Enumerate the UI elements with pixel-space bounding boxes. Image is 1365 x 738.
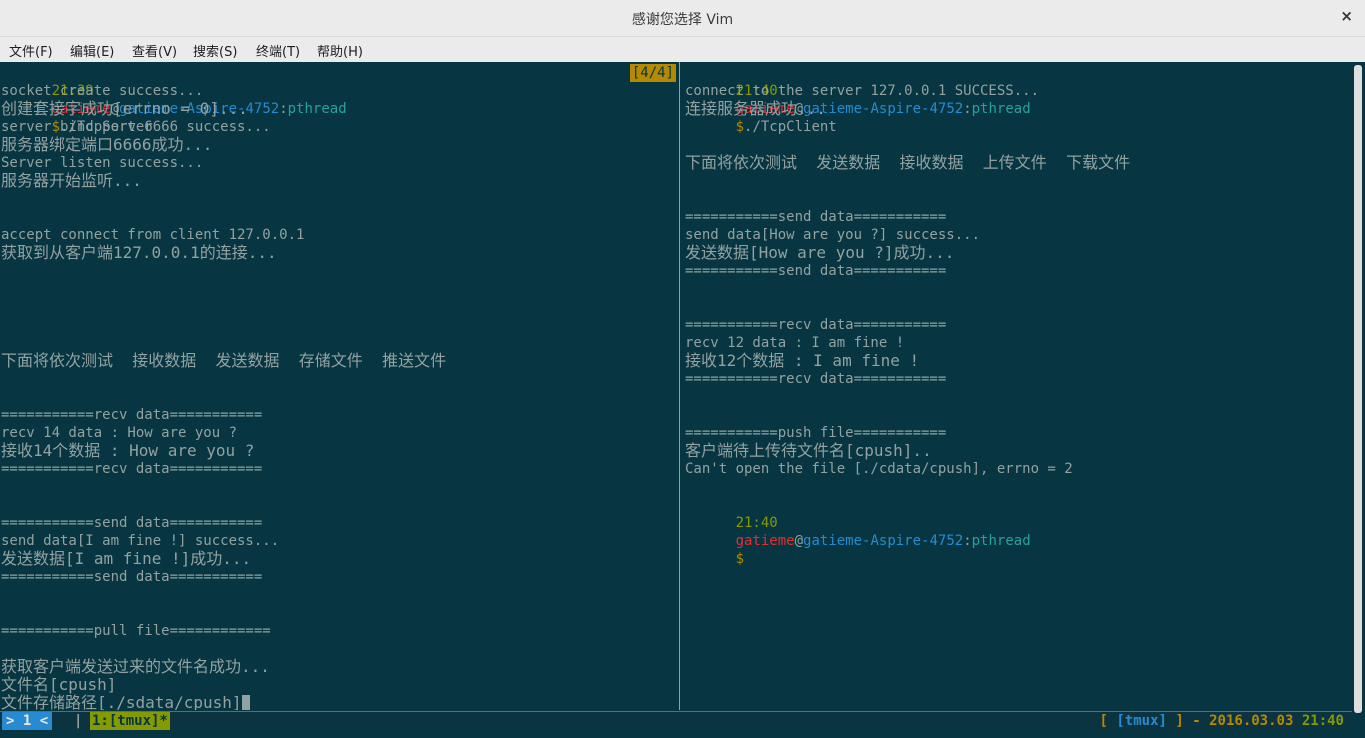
status-bracket-open: [ bbox=[1099, 713, 1117, 729]
terminal-line: 下面将依次测试 接收数据 发送数据 存储文件 推送文件 bbox=[1, 351, 447, 370]
terminal-cursor bbox=[241, 695, 250, 710]
prompt-at: @ bbox=[794, 533, 804, 549]
terminal-line: accept connect from client 127.0.0.1 bbox=[1, 227, 305, 243]
menu-search[interactable]: 搜索(S) bbox=[193, 41, 237, 60]
terminal-line: 获取客户端发送过来的文件名成功... bbox=[1, 657, 270, 676]
terminal-line: 获取到从客户端127.0.0.1的连接... bbox=[1, 243, 277, 262]
terminal-line: ===========recv data=========== bbox=[1, 407, 263, 423]
terminal-line: 客户端待上传待文件名[cpush].. bbox=[685, 441, 932, 460]
tmux-window-tab[interactable]: 1:[tmux]* bbox=[90, 712, 170, 730]
prompt-host: gatieme-Aspire-4752 bbox=[803, 533, 964, 549]
terminal-line: 接收14个数据 : How are you ? bbox=[1, 441, 255, 460]
prompt-time: 21:40 bbox=[735, 515, 778, 531]
terminal-line: ===========recv data=========== bbox=[685, 371, 947, 387]
tmux-pane-server[interactable]: 21:39 gatieme@gatieme-Aspire-4752:pthrea… bbox=[1, 64, 678, 710]
terminal-line: send data[How are you ?] success... bbox=[685, 227, 981, 243]
terminal-line: ===========send data=========== bbox=[685, 209, 947, 225]
terminal-line: connect to the server 127.0.0.1 SUCCESS.… bbox=[685, 83, 1040, 99]
terminal-line: Server listen success... bbox=[1, 155, 204, 171]
terminal-area[interactable]: 21:39 gatieme@gatieme-Aspire-4752:pthrea… bbox=[0, 62, 1352, 710]
terminal-line: 发送数据[I am fine !]成功... bbox=[1, 549, 252, 568]
prompt-host: gatieme-Aspire-4752 bbox=[803, 101, 964, 117]
status-session-name: [tmux] bbox=[1116, 713, 1167, 729]
terminal-line: recv 14 data : How are you ? bbox=[1, 425, 238, 441]
prompt-colon: : bbox=[963, 101, 972, 117]
terminal-line: server bind port 6666 success... bbox=[1, 119, 271, 135]
menu-terminal[interactable]: 终端(T) bbox=[256, 41, 300, 60]
pane-index-badge: [4/4] bbox=[629, 64, 676, 82]
status-bracket-close: ] bbox=[1166, 713, 1184, 729]
terminal-line: ===========recv data=========== bbox=[1, 461, 263, 477]
scrollbar-thumb[interactable] bbox=[1354, 65, 1362, 713]
terminal-line: socket create success... bbox=[1, 83, 204, 99]
menu-help[interactable]: 帮助(H) bbox=[317, 41, 363, 60]
prompt-dir: pthread bbox=[971, 533, 1031, 549]
prompt-dollar: $ bbox=[735, 551, 745, 567]
tmux-status-bar: > 1 < | 1:[tmux]* [ [tmux] ] - 2016.03.0… bbox=[0, 711, 1352, 730]
terminal-line: 服务器绑定端口6666成功... bbox=[1, 135, 213, 154]
tmux-session-indicator[interactable]: > 1 < bbox=[2, 712, 53, 730]
terminal-line: 创建套接字成功[errno = 0]... bbox=[1, 99, 248, 118]
window-titlebar[interactable]: 感谢您选择 Vim × bbox=[0, 0, 1365, 37]
terminal-line: 文件名[cpush] bbox=[1, 675, 117, 694]
shell-prompt-final: 21:40 gatieme@gatieme-Aspire-4752:pthrea… bbox=[685, 496, 1031, 567]
menu-view[interactable]: 查看(V) bbox=[132, 41, 177, 60]
prompt-colon: : bbox=[963, 533, 972, 549]
shell-prompt: 21:40 gatieme@gatieme-Aspire-4752:pthrea… bbox=[685, 64, 1031, 135]
terminal-line: ===========recv data=========== bbox=[685, 317, 947, 333]
terminal-line: 连接服务器成功... bbox=[685, 99, 826, 118]
terminal-line: ===========pull file============ bbox=[1, 623, 271, 639]
terminal-line: ===========send data=========== bbox=[1, 515, 263, 531]
status-dash: - bbox=[1183, 713, 1210, 729]
status-time: 21:40 bbox=[1301, 713, 1344, 729]
terminal-line: 接收12个数据 : I am fine ! bbox=[685, 351, 920, 370]
status-separator: | bbox=[74, 713, 83, 729]
close-icon[interactable]: × bbox=[1340, 7, 1353, 25]
menu-file[interactable]: 文件(F) bbox=[9, 41, 53, 60]
status-date: 2016.03.03 bbox=[1209, 713, 1294, 729]
shell-prompt: 21:39 gatieme@gatieme-Aspire-4752:pthrea… bbox=[1, 64, 347, 135]
prompt-colon: : bbox=[279, 101, 288, 117]
terminal-line: send data[I am fine !] success... bbox=[1, 533, 280, 549]
terminal-line: 发送数据[How are you ?]成功... bbox=[685, 243, 955, 262]
terminal-line: ===========push file=========== bbox=[685, 425, 947, 441]
prompt-dollar: $ bbox=[735, 119, 745, 135]
prompt-dir: pthread bbox=[287, 101, 347, 117]
menu-edit[interactable]: 编辑(E) bbox=[70, 41, 114, 60]
pane-divider[interactable] bbox=[679, 62, 680, 710]
scrollbar[interactable] bbox=[1352, 62, 1365, 738]
prompt-command: ./TcpClient bbox=[744, 119, 837, 135]
tmux-pane-client[interactable]: 21:40 gatieme@gatieme-Aspire-4752:pthrea… bbox=[685, 64, 1352, 710]
menu-bar: 文件(F) 编辑(E) 查看(V) 搜索(S) 终端(T) 帮助(H) bbox=[0, 37, 1365, 62]
terminal-line: 服务器开始监听... bbox=[1, 171, 142, 190]
terminal-line: Can't open the file [./cdata/cpush], err… bbox=[685, 461, 1073, 477]
terminal-line: 下面将依次测试 发送数据 接收数据 上传文件 下载文件 bbox=[685, 153, 1131, 172]
terminal-line: ===========send data=========== bbox=[1, 569, 263, 585]
terminal-line: recv 12 data : I am fine ! bbox=[685, 335, 905, 351]
status-right: [ [tmux] ] - 2016.03.03 21:40 bbox=[1100, 712, 1344, 730]
window-title: 感谢您选择 Vim bbox=[631, 12, 734, 28]
prompt-dir: pthread bbox=[971, 101, 1031, 117]
terminal-bottom-margin bbox=[0, 730, 1352, 738]
prompt-user: gatieme bbox=[735, 533, 795, 549]
terminal-line: ===========send data=========== bbox=[685, 263, 947, 279]
terminal-line: 文件存储路径[./sdata/cpush] bbox=[1, 694, 250, 710]
